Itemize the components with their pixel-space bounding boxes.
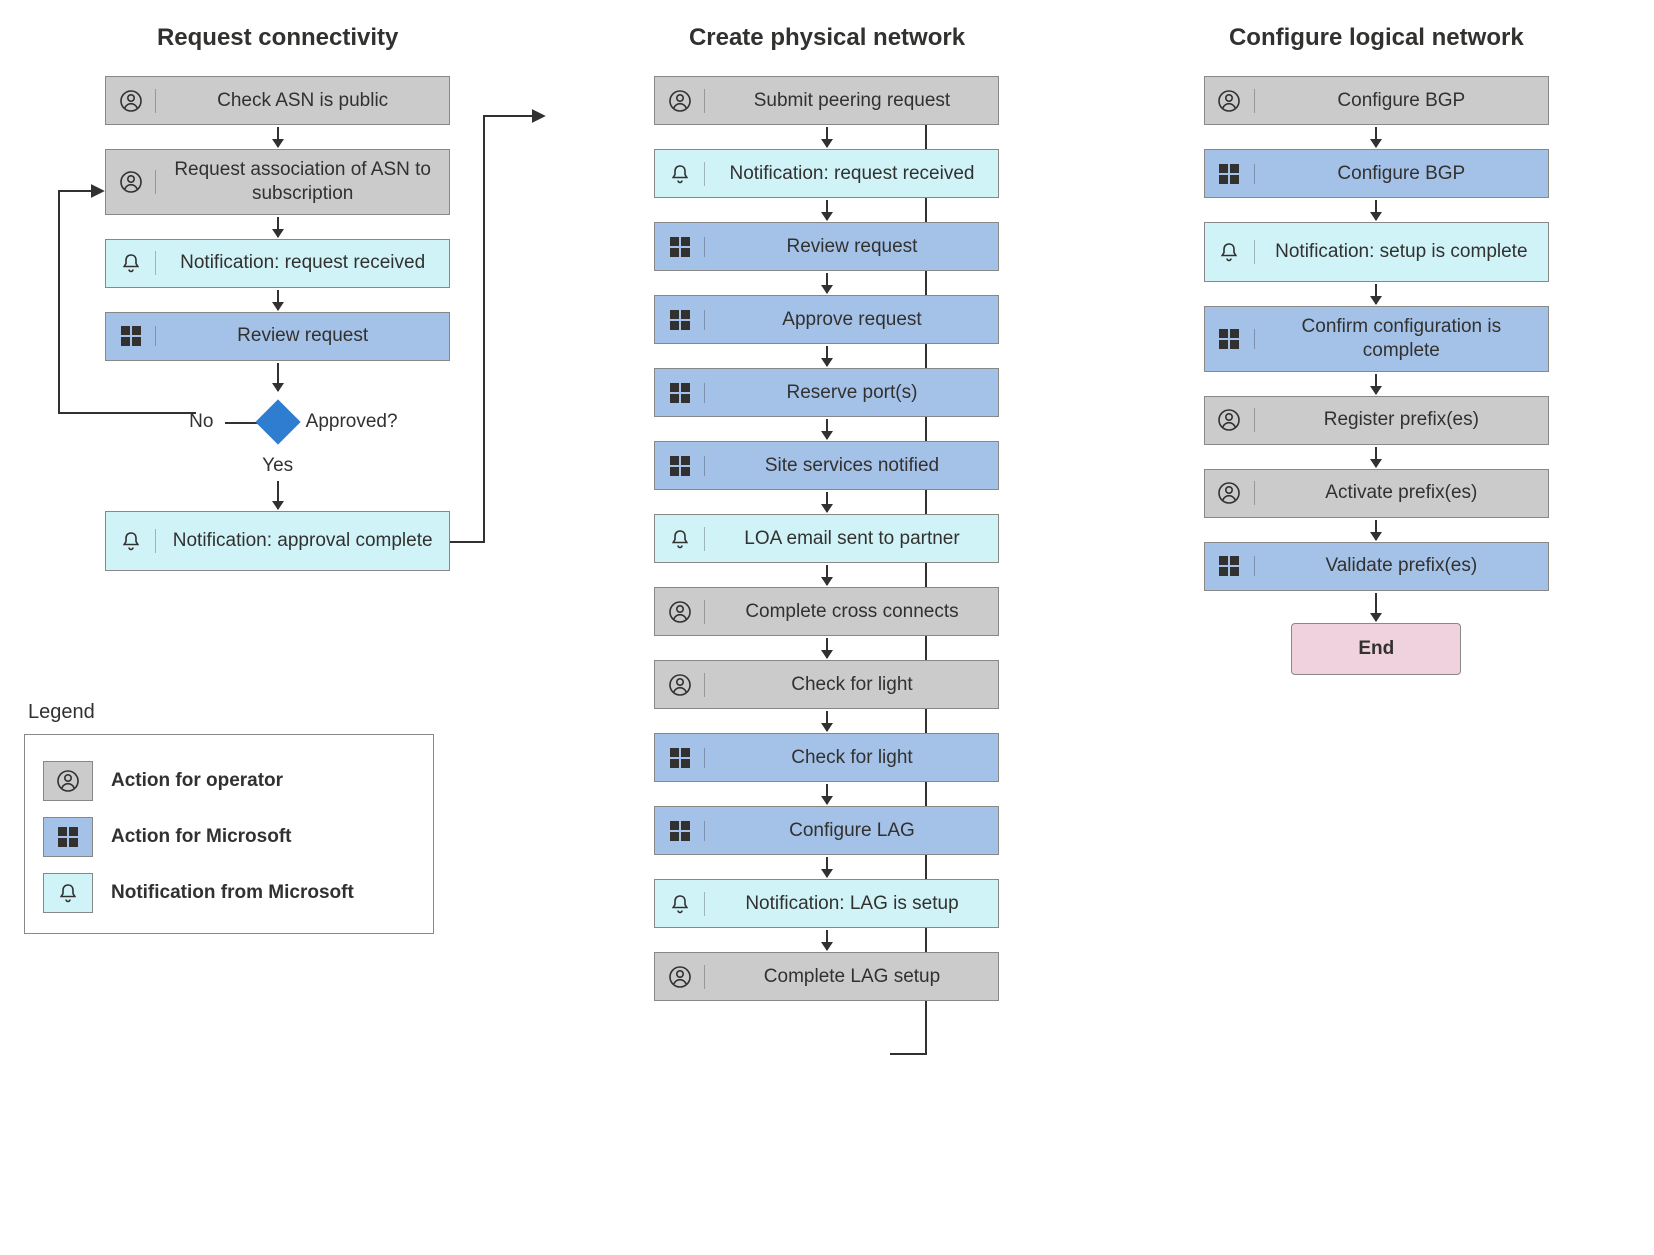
step-request-asn-assoc: Request association of ASN to subscripti… (105, 149, 450, 215)
step-notif-approval-complete: Notification: approval complete (105, 511, 450, 571)
step-notif-lag-setup: Notification: LAG is setup (654, 879, 999, 928)
bell-icon (655, 527, 705, 551)
step-check-light-operator: Check for light (654, 660, 999, 709)
step-notif-req-received-2: Notification: request received (654, 149, 999, 198)
person-icon (655, 673, 705, 697)
step-configure-bgp-microsoft: Configure BGP (1204, 149, 1549, 198)
step-review-request-1: Review request (105, 312, 450, 361)
bell-icon (655, 162, 705, 186)
decision-approved: No Approved? (105, 399, 450, 445)
legend-title: Legend (28, 701, 434, 724)
step-configure-bgp-operator: Configure BGP (1204, 76, 1549, 125)
column-create-physical-network: Create physical network Submit peering r… (573, 24, 1080, 1001)
legend-notify: Notification from Microsoft (111, 882, 354, 904)
person-icon (106, 170, 156, 194)
step-validate-prefixes: Validate prefix(es) (1204, 542, 1549, 591)
microsoft-icon (655, 821, 705, 841)
step-activate-prefixes: Activate prefix(es) (1204, 469, 1549, 518)
microsoft-icon (655, 310, 705, 330)
step-loa-email: LOA email sent to partner (654, 514, 999, 563)
step-confirm-configuration: Confirm configuration is complete (1204, 306, 1549, 372)
bell-icon (43, 873, 93, 913)
person-icon (1205, 481, 1255, 505)
column-title: Request connectivity (157, 24, 398, 52)
step-register-prefixes: Register prefix(es) (1204, 396, 1549, 445)
legend-operator: Action for operator (111, 770, 283, 792)
legend-microsoft: Action for Microsoft (111, 826, 292, 848)
microsoft-icon (1205, 329, 1255, 349)
microsoft-icon (655, 383, 705, 403)
microsoft-icon (655, 748, 705, 768)
step-submit-peering: Submit peering request (654, 76, 999, 125)
microsoft-icon (43, 817, 93, 857)
person-icon (655, 965, 705, 989)
column-request-connectivity: Request connectivity Check ASN is public… (24, 24, 531, 934)
microsoft-icon (1205, 556, 1255, 576)
diamond-icon (255, 399, 300, 444)
bell-icon (1205, 240, 1255, 264)
person-icon (1205, 89, 1255, 113)
bell-icon (655, 892, 705, 916)
person-icon (43, 761, 93, 801)
legend: Legend Action for operator Action for Mi… (24, 661, 434, 934)
bell-icon (106, 529, 156, 553)
microsoft-icon (655, 237, 705, 257)
column-title: Configure logical network (1229, 24, 1524, 52)
step-complete-lag-setup: Complete LAG setup (654, 952, 999, 1001)
microsoft-icon (106, 326, 156, 346)
step-configure-lag: Configure LAG (654, 806, 999, 855)
step-reserve-ports: Reserve port(s) (654, 368, 999, 417)
person-icon (655, 600, 705, 624)
person-icon (1205, 408, 1255, 432)
microsoft-icon (655, 456, 705, 476)
step-review-request-2: Review request (654, 222, 999, 271)
column-configure-logical-network: Configure logical network Configure BGP … (1123, 24, 1630, 675)
microsoft-icon (1205, 164, 1255, 184)
step-notif-setup-complete: Notification: setup is complete (1204, 222, 1549, 282)
person-icon (106, 89, 156, 113)
step-complete-cross-connects: Complete cross connects (654, 587, 999, 636)
step-approve-request: Approve request (654, 295, 999, 344)
step-notif-req-received: Notification: request received (105, 239, 450, 288)
column-title: Create physical network (689, 24, 965, 52)
label-yes: Yes (262, 455, 293, 477)
flowchart: Request connectivity Check ASN is public… (24, 24, 1630, 1001)
legend-box: Action for operator Action for Microsoft… (24, 734, 434, 934)
bell-icon (106, 251, 156, 275)
step-check-light-microsoft: Check for light (654, 733, 999, 782)
end-node: End (1291, 623, 1461, 675)
person-icon (655, 89, 705, 113)
step-check-asn: Check ASN is public (105, 76, 450, 125)
step-site-services-notified: Site services notified (654, 441, 999, 490)
